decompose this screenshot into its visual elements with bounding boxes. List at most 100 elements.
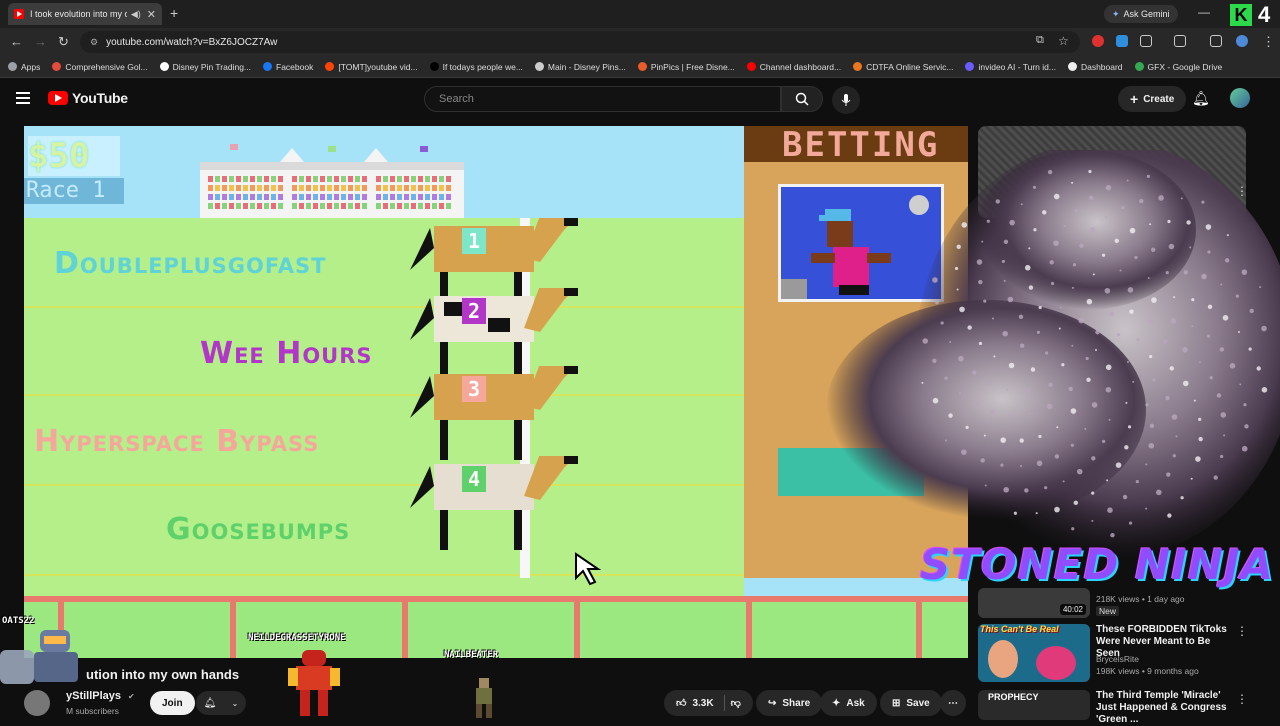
- bookmark-item[interactable]: invideo AI - Turn id...: [965, 62, 1056, 72]
- video-thumbnail: 40:02: [978, 588, 1090, 618]
- reload-icon[interactable]: ↻: [58, 34, 69, 50]
- viewer-tag-neil: NEILDEGRASSETYRONE: [248, 633, 346, 643]
- create-label: Create: [1143, 93, 1175, 105]
- bookmark-favicon-icon: [8, 62, 17, 71]
- channel-name[interactable]: BrycelsRite: [1096, 654, 1139, 664]
- channel-avatar[interactable]: [24, 690, 50, 716]
- bookmark-item[interactable]: Facebook: [263, 62, 313, 72]
- voice-search-button[interactable]: [832, 86, 860, 114]
- divider: [723, 695, 725, 711]
- ask-button[interactable]: ✦ Ask: [820, 690, 877, 716]
- visit-site-button[interactable]: Visit site: [1154, 182, 1213, 204]
- bookmark-item[interactable]: [TOMT]youtube vid...: [325, 62, 418, 72]
- extension-red-icon[interactable]: [1092, 35, 1104, 47]
- search-placeholder: Search: [439, 93, 474, 105]
- bookmark-item[interactable]: Apps: [8, 62, 40, 72]
- forward-arrow-icon[interactable]: →: [34, 34, 47, 49]
- browser-tab-strip: I took evolution into my o ◀) ✕ + ✦ Ask …: [0, 0, 1280, 28]
- subscribe-notifications-button[interactable]: 🔔︎ ⌄: [196, 691, 246, 715]
- close-tab-icon[interactable]: ✕: [147, 8, 156, 21]
- microphone-icon: [841, 94, 851, 106]
- horse-number-1: 1: [462, 228, 486, 254]
- red-robot-sprite: [288, 650, 340, 716]
- youtube-favicon-icon: [14, 9, 24, 19]
- like-button[interactable]: 👍︎ 3.3K 👎︎: [664, 690, 753, 716]
- bottom-fence: [24, 596, 968, 658]
- k-logo-overlay: K: [1230, 4, 1252, 26]
- bookmark-item[interactable]: Main - Disney Pins...: [534, 62, 626, 72]
- bet-button-area[interactable]: [778, 448, 924, 496]
- channel-name[interactable]: yStillPlays: [66, 690, 121, 702]
- browser-menu-icon[interactable]: ⋮: [1262, 34, 1275, 50]
- account-avatar[interactable]: [1230, 88, 1250, 108]
- create-button[interactable]: + Create: [1118, 86, 1187, 112]
- side-panel-icon[interactable]: [1174, 35, 1186, 47]
- bookmark-label: Apps: [21, 61, 41, 72]
- save-button[interactable]: ⊞ Save: [880, 690, 942, 716]
- search-icon: [795, 92, 809, 106]
- profile-icon[interactable]: [1236, 35, 1248, 47]
- more-options-icon[interactable]: ⋮: [1236, 226, 1248, 240]
- bookmark-favicon-icon: [263, 62, 273, 71]
- thumbs-up-icon: 👍︎: [676, 698, 687, 709]
- bookmark-item[interactable]: CDTFA Online Servic...: [853, 62, 953, 72]
- like-count: 3.3K: [692, 697, 714, 709]
- ad-subtext: dary Alice: [1178, 251, 1213, 260]
- video-thumbnail: This Can't Be Real: [978, 624, 1090, 682]
- video-player[interactable]: $50 Race 1 Doubleplusgofast Wee Hours Hy…: [24, 126, 968, 658]
- hamburger-menu-icon[interactable]: [16, 92, 30, 104]
- viewer-tag-nail: NAILBEATER: [444, 650, 499, 660]
- more-options-icon[interactable]: ⋮: [1236, 692, 1248, 706]
- recommended-video[interactable]: This Can't Be Real These FORBIDDEN TikTo…: [978, 624, 1258, 682]
- url-text: youtube.com/watch?v=BxZ6JOCZ7Aw: [106, 36, 278, 48]
- bookmark-item[interactable]: PinPics | Free Disne...: [637, 62, 735, 72]
- tab-audio-icon[interactable]: ◀): [131, 9, 141, 20]
- extensions-puzzle-icon[interactable]: [1140, 35, 1152, 47]
- install-app-icon[interactable]: ⧉: [1036, 34, 1044, 47]
- bookmark-item[interactable]: If todays people we...: [429, 62, 523, 72]
- join-button[interactable]: Join: [150, 691, 195, 715]
- bookmark-item[interactable]: Channel dashboard...: [746, 62, 841, 72]
- more-actions-button[interactable]: ⋯: [940, 690, 966, 716]
- fence-post: [746, 602, 752, 658]
- bookmark-favicon-icon: [159, 62, 169, 71]
- plus-icon: +: [1130, 91, 1139, 107]
- ad-more-icon[interactable]: ⋮: [1236, 184, 1248, 198]
- media-controls-icon[interactable]: [1210, 35, 1222, 47]
- thumbs-down-icon[interactable]: 👎︎: [731, 697, 741, 709]
- thumbnail-face: [988, 640, 1018, 678]
- bookmark-item[interactable]: Comprehensive Gol...: [52, 62, 148, 72]
- more-horizontal-icon: ⋯: [948, 697, 958, 709]
- new-tab-icon[interactable]: +: [170, 5, 178, 21]
- site-info-icon[interactable]: ⚙: [90, 37, 98, 48]
- sponsored-ad-card[interactable]: [978, 126, 1246, 218]
- minimize-window-icon[interactable]: —: [1198, 5, 1210, 19]
- stoned-ninja-watermark: STONED NINJA: [920, 540, 1274, 589]
- ask-gemini-button[interactable]: ✦ Ask Gemini: [1104, 5, 1178, 23]
- notifications-bell-icon[interactable]: 🔔︎: [1192, 90, 1210, 107]
- video-title[interactable]: The Third Temple 'Miracle' Just Happened…: [1096, 690, 1236, 726]
- save-icon: ⊞: [892, 697, 901, 709]
- youtube-logo[interactable]: YouTube: [48, 90, 128, 106]
- recommended-video[interactable]: 40:02 218K views • 1 day ago New: [978, 588, 1258, 618]
- bookmark-star-icon[interactable]: ☆: [1058, 34, 1069, 48]
- bookmark-item[interactable]: GFX - Google Drive: [1134, 62, 1222, 72]
- recommended-video[interactable]: PROPHECY The Third Temple 'Miracle' Just…: [978, 690, 1258, 725]
- search-button[interactable]: [781, 86, 823, 112]
- channel-4-logo: 4: [1258, 2, 1271, 27]
- share-label: Share: [782, 697, 811, 709]
- ask-label: Ask: [846, 697, 865, 709]
- share-button[interactable]: ↪ Share: [756, 690, 823, 716]
- search-input[interactable]: Search: [424, 86, 781, 112]
- horse-number-3: 3: [462, 376, 486, 402]
- extension-blue-icon[interactable]: [1116, 35, 1128, 47]
- bookmark-favicon-icon: [637, 62, 647, 71]
- address-bar[interactable]: ⚙ youtube.com/watch?v=BxZ6JOCZ7Aw: [80, 31, 1080, 53]
- lane-divider: [24, 574, 744, 576]
- video-title: ution into my own hands: [86, 667, 240, 682]
- back-arrow-icon[interactable]: ←: [10, 34, 23, 49]
- bookmark-item[interactable]: Dashboard: [1067, 62, 1123, 72]
- browser-tab-active[interactable]: I took evolution into my o ◀) ✕: [8, 3, 162, 25]
- more-options-icon[interactable]: ⋮: [1236, 624, 1248, 638]
- bookmark-item[interactable]: Disney Pin Trading...: [159, 62, 251, 72]
